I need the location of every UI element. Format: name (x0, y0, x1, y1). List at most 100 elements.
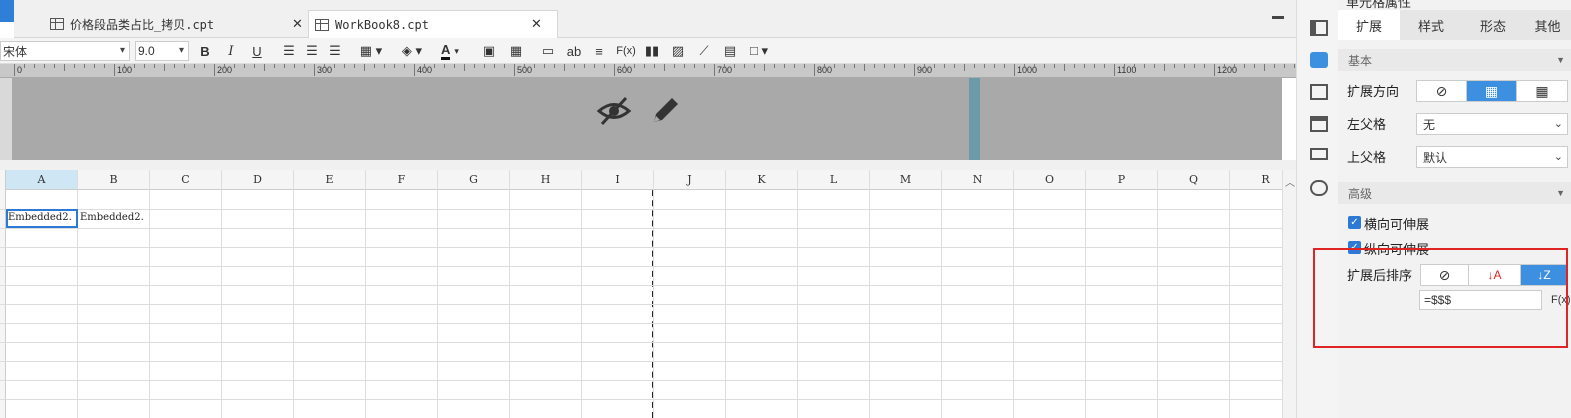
border-icon[interactable]: ▦ ▾ (356, 41, 386, 61)
align-center-icon[interactable]: ☰ (303, 41, 321, 61)
tab-workbook-copy[interactable]: 价格段品类占比_拷贝.cpt ✕ (50, 10, 308, 38)
ruler-minor-tick (684, 64, 685, 68)
widget-icon[interactable] (1310, 116, 1328, 132)
font-size-select[interactable]: 9.0 ▾ (135, 41, 189, 61)
ruler-tick (1214, 64, 1215, 76)
basic-section-header[interactable]: 基本 ▼ (1338, 49, 1571, 71)
ruler-minor-tick (1134, 64, 1135, 68)
sub-report-icon[interactable]: ▤ (721, 41, 739, 61)
cell-attribute-icon[interactable] (1310, 52, 1328, 68)
basic-section-label: 基本 (1348, 53, 1373, 68)
ruler-minor-tick (204, 64, 205, 68)
font-family-select[interactable]: 宋体 ▾ (0, 41, 130, 61)
ruler-minor-tick (104, 64, 105, 68)
ruler-minor-tick (1084, 64, 1085, 68)
app-icon[interactable] (0, 0, 14, 22)
column-header-a[interactable]: A (6, 170, 78, 190)
underline-button[interactable]: U (248, 41, 266, 61)
column-header-b[interactable]: B (78, 170, 150, 190)
top-parent-select[interactable]: 默认 ⌄ (1416, 146, 1568, 168)
tab-style[interactable]: 样式 (1400, 10, 1462, 40)
chart-icon[interactable]: ▮▮ (643, 41, 661, 61)
column-header-l[interactable]: L (798, 170, 870, 190)
column-header-i[interactable]: I (582, 170, 654, 190)
column-header-e[interactable]: E (294, 170, 366, 190)
column-header-p[interactable]: P (1086, 170, 1158, 190)
h-extend-checkbox[interactable]: ✓ (1348, 216, 1361, 229)
font-size-value: 9.0 (138, 44, 155, 58)
image-icon[interactable]: ▨ (669, 41, 687, 61)
ruler-minor-tick (74, 64, 75, 68)
expand-direction-toggle[interactable]: ⊘ ▦ ▦ (1416, 80, 1568, 102)
fill-color-icon[interactable]: ◈ ▾ (396, 41, 428, 61)
ruler-minor-tick (624, 64, 625, 68)
rich-text-icon[interactable]: ≡ (590, 41, 608, 61)
ruler-minor-tick (654, 64, 655, 68)
column-header-m[interactable]: M (870, 170, 942, 190)
tab-expand[interactable]: 扩展 (1338, 10, 1400, 40)
tab-label: 价格段品类占比_拷贝.cpt (70, 17, 215, 32)
cell-type-icon[interactable]: ▭ (539, 41, 557, 61)
more-options-icon[interactable]: □ ▾ (746, 41, 772, 61)
grid-row-line (0, 342, 1282, 343)
hyperlink-icon[interactable] (1310, 180, 1328, 196)
ruler-minor-tick (1204, 64, 1205, 68)
text-cell-button[interactable]: ab (564, 41, 584, 61)
tab-form[interactable]: 形态 (1462, 10, 1524, 40)
vertical-expand-icon[interactable]: ▦ (1467, 81, 1517, 101)
column-header-j[interactable]: J (654, 170, 726, 190)
column-header-f[interactable]: F (366, 170, 438, 190)
column-header-n[interactable]: N (942, 170, 1014, 190)
column-header-q[interactable]: Q (1158, 170, 1230, 190)
ruler-minor-tick (894, 64, 895, 68)
ruler-tick (214, 64, 215, 76)
ruler-minor-tick (824, 64, 825, 68)
page-width-marker[interactable] (969, 78, 980, 160)
pencil-icon[interactable] (648, 94, 682, 128)
merge-cells-icon[interactable]: ▣ (480, 41, 498, 61)
align-left-icon[interactable]: ☰ (280, 41, 298, 61)
column-header-c[interactable]: C (150, 170, 222, 190)
align-right-icon[interactable]: ☰ (326, 41, 344, 61)
formula-button[interactable]: F(x) (614, 41, 638, 61)
grid-row-line (0, 399, 1282, 400)
unmerge-cells-icon[interactable]: ▦ (507, 41, 525, 61)
no-expand-icon[interactable]: ⊘ (1417, 81, 1467, 101)
font-color-button[interactable]: A ▾ (434, 41, 466, 61)
column-header-g[interactable]: G (438, 170, 510, 190)
close-tab-icon[interactable]: ✕ (292, 17, 303, 32)
horizontal-expand-icon[interactable]: ▦ (1517, 81, 1567, 101)
ruler-minor-tick (1144, 64, 1145, 68)
left-parent-select[interactable]: 无 ⌄ (1416, 113, 1568, 135)
ruler-minor-tick (904, 64, 905, 68)
column-header-h[interactable]: H (510, 170, 582, 190)
column-header-k[interactable]: K (726, 170, 798, 190)
advanced-section-header[interactable]: 高级 ▼ (1338, 182, 1571, 204)
spreadsheet-grid[interactable]: A B C D E F G H I J K L M N O P Q R Embedded2. Embedded2. (0, 170, 1302, 418)
cell-b1[interactable]: Embedded2. (80, 212, 148, 223)
ruler-minor-tick (184, 64, 185, 68)
column-header-o[interactable]: O (1014, 170, 1086, 190)
cell-element-icon[interactable] (1310, 84, 1328, 100)
ruler-minor-tick (584, 64, 585, 68)
vertical-scrollbar[interactable]: ︿ (1282, 170, 1296, 418)
close-tab-icon[interactable]: ✕ (531, 17, 542, 32)
ruler-minor-tick (674, 64, 675, 68)
hidden-eye-icon[interactable] (596, 94, 632, 128)
layout-icon[interactable] (1310, 20, 1328, 36)
tab-menu-icon[interactable] (1272, 16, 1284, 26)
ruler-minor-tick (534, 64, 535, 68)
slash-cell-icon[interactable]: ⟋ (695, 41, 713, 61)
tab-workbook8[interactable]: WorkBook8.cpt ✕ (308, 10, 558, 38)
italic-button[interactable]: I (222, 41, 240, 61)
chevron-up-icon[interactable]: ︿ (1285, 174, 1295, 189)
condition-icon[interactable] (1310, 148, 1328, 160)
ruler-minor-tick (1274, 64, 1275, 68)
bold-button[interactable]: B (196, 41, 214, 61)
tab-other[interactable]: 其他 (1524, 10, 1571, 40)
ruler-minor-tick (754, 64, 755, 68)
ruler-minor-tick (194, 64, 195, 68)
format-toolbar: 宋体 ▾ 9.0 ▾ B I U ☰ ☰ ☰ ▦ ▾ ◈ ▾ A ▾ ▣ ▦ ▭ … (0, 38, 1296, 64)
ruler-minor-tick (1154, 64, 1155, 68)
column-header-d[interactable]: D (222, 170, 294, 190)
